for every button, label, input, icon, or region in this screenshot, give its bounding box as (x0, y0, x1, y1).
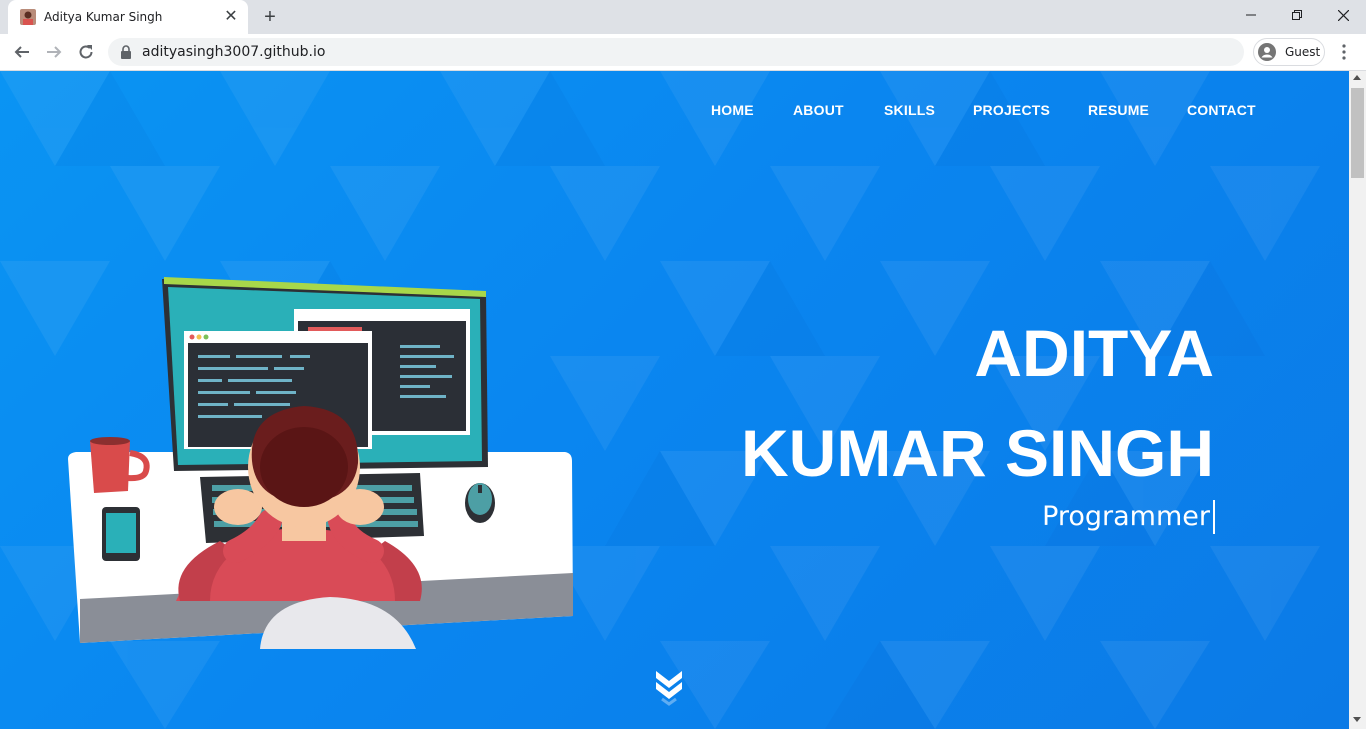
page-viewport: HOME ABOUT SKILLS PROJECTS RESUME CONTAC… (0, 71, 1349, 729)
profile-button[interactable]: Guest (1253, 38, 1325, 66)
more-vert-icon (1342, 44, 1346, 60)
page-scrollbar[interactable] (1349, 71, 1366, 729)
maximize-icon (1292, 10, 1302, 20)
scroll-down-arrow-icon[interactable] (1353, 717, 1361, 722)
browser-tab-strip: Aditya Kumar Singh ✕ + (0, 0, 1366, 34)
url-text[interactable]: adityasingh3007.github.io (142, 44, 325, 60)
favicon-icon (20, 9, 36, 25)
nav-link-home[interactable]: HOME (711, 102, 754, 118)
scroll-thumb[interactable] (1351, 88, 1364, 178)
minimize-button[interactable] (1228, 0, 1274, 30)
profile-label: Guest (1285, 45, 1321, 59)
nav-link-projects[interactable]: PROJECTS (973, 102, 1050, 118)
forward-button[interactable] (40, 38, 68, 66)
tab-title: Aditya Kumar Singh (44, 10, 163, 24)
avatar-icon (1258, 43, 1276, 61)
tab-close-icon[interactable]: ✕ (222, 8, 240, 26)
reload-icon (79, 45, 93, 59)
browser-menu-button[interactable] (1332, 38, 1356, 66)
minimize-icon (1246, 14, 1256, 16)
back-button[interactable] (8, 38, 36, 66)
typed-role-text: Programmer (1042, 501, 1210, 532)
hero-name-line-2: KUMAR SINGH (741, 416, 1214, 490)
hero-section: HOME ABOUT SKILLS PROJECTS RESUME CONTAC… (0, 71, 1349, 729)
chevron-double-down-icon[interactable] (654, 669, 684, 709)
browser-toolbar: adityasingh3007.github.io Guest (0, 34, 1366, 71)
site-navbar: HOME ABOUT SKILLS PROJECTS RESUME CONTAC… (0, 71, 1349, 147)
forward-arrow-icon (47, 46, 62, 58)
window-close-icon (1337, 9, 1349, 21)
typing-cursor (1213, 500, 1215, 534)
nav-link-skills[interactable]: SKILLS (884, 102, 935, 118)
browser-tab[interactable]: Aditya Kumar Singh ✕ (8, 0, 248, 34)
address-bar[interactable]: adityasingh3007.github.io (108, 38, 1244, 66)
programmer-illustration (68, 277, 573, 649)
nav-link-resume[interactable]: RESUME (1088, 102, 1149, 118)
nav-link-contact[interactable]: CONTACT (1187, 102, 1256, 118)
lock-icon (121, 45, 131, 59)
reload-button[interactable] (72, 38, 100, 66)
restore-button[interactable] (1274, 0, 1320, 30)
window-close-button[interactable] (1320, 0, 1366, 30)
scroll-up-arrow-icon[interactable] (1353, 75, 1361, 80)
hero-name-line-1: ADITYA (974, 316, 1214, 390)
back-arrow-icon (14, 46, 29, 58)
new-tab-button[interactable]: + (259, 6, 281, 28)
nav-link-about[interactable]: ABOUT (793, 102, 844, 118)
